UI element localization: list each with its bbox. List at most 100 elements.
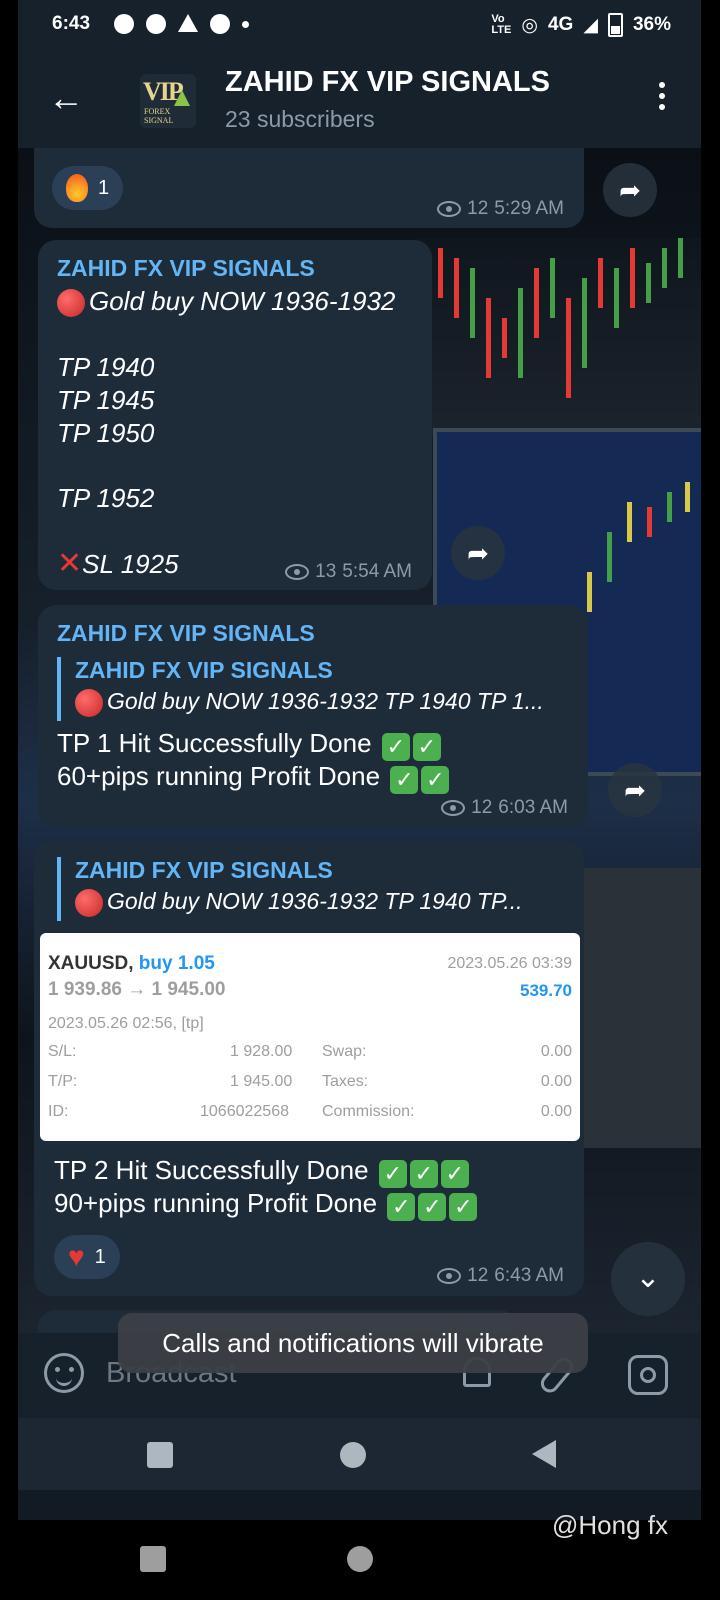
more-menu-icon[interactable] [659,82,665,115]
message-bubble[interactable]: 1 12 5:29 AM [34,148,584,228]
message-line: ✕SL 1925 [57,547,179,580]
swap-value: 0.00 [540,1043,572,1060]
share-button[interactable]: ➦ [608,763,662,817]
message-time: 6:43 AM [494,1265,564,1286]
quote-text: Gold buy NOW 1936-1932 TP 1940 TP... [75,888,523,917]
status-right: Vo LTE ◎ 4G ◢ 36% [491,13,671,37]
back-arrow-icon[interactable]: ← [48,80,84,116]
message-sender[interactable]: ZAHID FX VIP SIGNALS [57,255,315,282]
signal-icon: ◢ [583,14,598,36]
message-line: TP 1950 [57,418,155,448]
heart-reaction[interactable]: ♥ 1 [54,1235,120,1279]
chat-area[interactable]: 1 12 5:29 AM ➦ ZAHID FX VIP SIGNALS Gold… [18,148,701,1333]
channel-title[interactable]: ZAHID FX VIP SIGNALS [225,66,550,99]
trade-close-time: 2023.05.26 03:39 [447,955,572,972]
share-button[interactable]: ➦ [603,163,657,217]
sl-value: 1 928.00 [230,1043,293,1060]
message-time: 6:03 AM [498,797,568,818]
battery-percent: 36% [632,14,671,35]
fire-reaction[interactable]: 1 [52,166,124,210]
trade-open-time: 2023.05.26 02:56, [tp] [48,1015,204,1032]
swap-label: Swap: [322,1043,367,1060]
views-icon [285,564,310,580]
message-meta: 13 5:54 AM [285,561,412,583]
message-line: 90+pips running Profit Done ✓ ✓ ✓ [54,1188,478,1221]
message-bubble[interactable]: ZAHID FX VIP SIGNALS Gold buy NOW 1936-1… [38,240,432,590]
app-notification-icon [210,14,230,34]
id-value: 1066022568 [200,1103,289,1120]
views-icon [437,201,462,217]
reaction-count: 1 [98,176,110,199]
volte-icon: Vo LTE [491,13,512,36]
message-time: 5:29 AM [494,198,564,219]
wallpaper-keyboard [578,868,701,1148]
back-button[interactable] [532,1440,556,1468]
message-line: 60+pips running Profit Done ✓ ✓ [57,761,450,794]
cross-mark-icon: ✕ [57,547,83,580]
notification-icons [114,14,249,34]
battery-icon [607,13,623,37]
tp-label: T/P: [48,1073,78,1090]
message-meta: 12 6:03 AM [441,797,568,819]
inner-navigation-bar [18,1418,701,1490]
app-notification-icon [114,14,134,34]
message-meta: 12 6:43 AM [437,1265,564,1287]
view-count: 12 [467,1265,489,1286]
recents-button[interactable] [140,1546,166,1572]
message-time: 5:54 AM [342,561,412,582]
view-count: 12 [467,198,489,219]
check-mark-icon: ✓ [381,733,410,761]
message-sender[interactable]: ZAHID FX VIP SIGNALS [57,620,315,647]
trade-screenshot[interactable]: XAUUSD, buy 1.05 2023.05.26 03:39 1 939.… [40,933,580,1141]
phone-screen: 6:43 Vo LTE ◎ 4G ◢ 36% ← VIP FOREX SIGNA… [18,0,701,1520]
missed-call-icon [146,14,166,34]
home-button[interactable] [340,1442,366,1468]
quote-sender: ZAHID FX VIP SIGNALS [75,657,333,683]
more-notifications-icon [242,21,249,28]
red-circle-icon [75,888,103,917]
view-count: 13 [315,561,337,582]
message-bubble[interactable]: ZAHID FX VIP SIGNALS Gold buy NOW 1936-1… [34,841,584,1296]
message-meta: 12 5:29 AM [437,198,564,220]
wallpaper-chart [418,238,701,438]
reply-quote[interactable]: ZAHID FX VIP SIGNALS Gold buy NOW 1936-1… [57,857,523,921]
message-bubble[interactable]: ZAHID FX VIP SIGNALS ZAHID FX VIP SIGNAL… [38,605,588,827]
commission-label: Commission: [322,1103,415,1120]
status-bar: 6:43 Vo LTE ◎ 4G ◢ 36% [18,0,701,50]
camera-icon[interactable] [628,1355,668,1395]
recents-button[interactable] [147,1442,173,1468]
hotspot-icon: ◎ [521,14,538,36]
quote-sender: ZAHID FX VIP SIGNALS [75,857,333,883]
trade-symbol: XAUUSD, buy 1.05 [48,953,215,974]
heart-icon: ♥ [68,1241,85,1272]
message-line: TP 2 Hit Successfully Done ✓ ✓ ✓ [54,1155,469,1188]
id-label: ID: [48,1103,69,1120]
status-time: 6:43 [52,13,91,34]
up-arrow-logo [174,90,190,106]
sl-label: S/L: [48,1043,77,1060]
reply-quote[interactable]: ZAHID FX VIP SIGNALS Gold buy NOW 1936-1… [57,657,544,721]
check-mark-icon: ✓ [390,766,419,794]
watermark: @Hong fx [552,1510,668,1540]
trade-prices: 1 939.86 → 1 945.00 [48,979,226,1000]
fire-icon [66,174,88,202]
message-line: TP 1945 [57,385,155,415]
red-circle-icon [75,688,103,717]
trade-profit: 539.70 [520,981,572,1000]
vibrate-toast: Calls and notifications will vibrate [118,1313,588,1373]
red-circle-icon [57,289,85,318]
message-line: TP 1940 [57,352,155,382]
avatar-logo-subtext: FOREX SIGNAL [144,107,174,125]
share-button[interactable]: ➦ [451,526,505,580]
home-button[interactable] [347,1546,373,1572]
warning-icon [178,14,198,32]
check-mark-icon: ✓ [421,766,450,794]
tp-value: 1 945.00 [230,1073,293,1090]
emoji-icon[interactable] [44,1353,84,1393]
channel-avatar[interactable]: VIP FOREX SIGNAL [140,74,196,128]
message-line: TP 1952 [57,483,155,513]
scroll-down-button[interactable]: ⌄ [611,1242,685,1316]
taxes-label: Taxes: [322,1073,369,1090]
views-icon [441,800,466,816]
commission-value: 0.00 [540,1103,572,1120]
